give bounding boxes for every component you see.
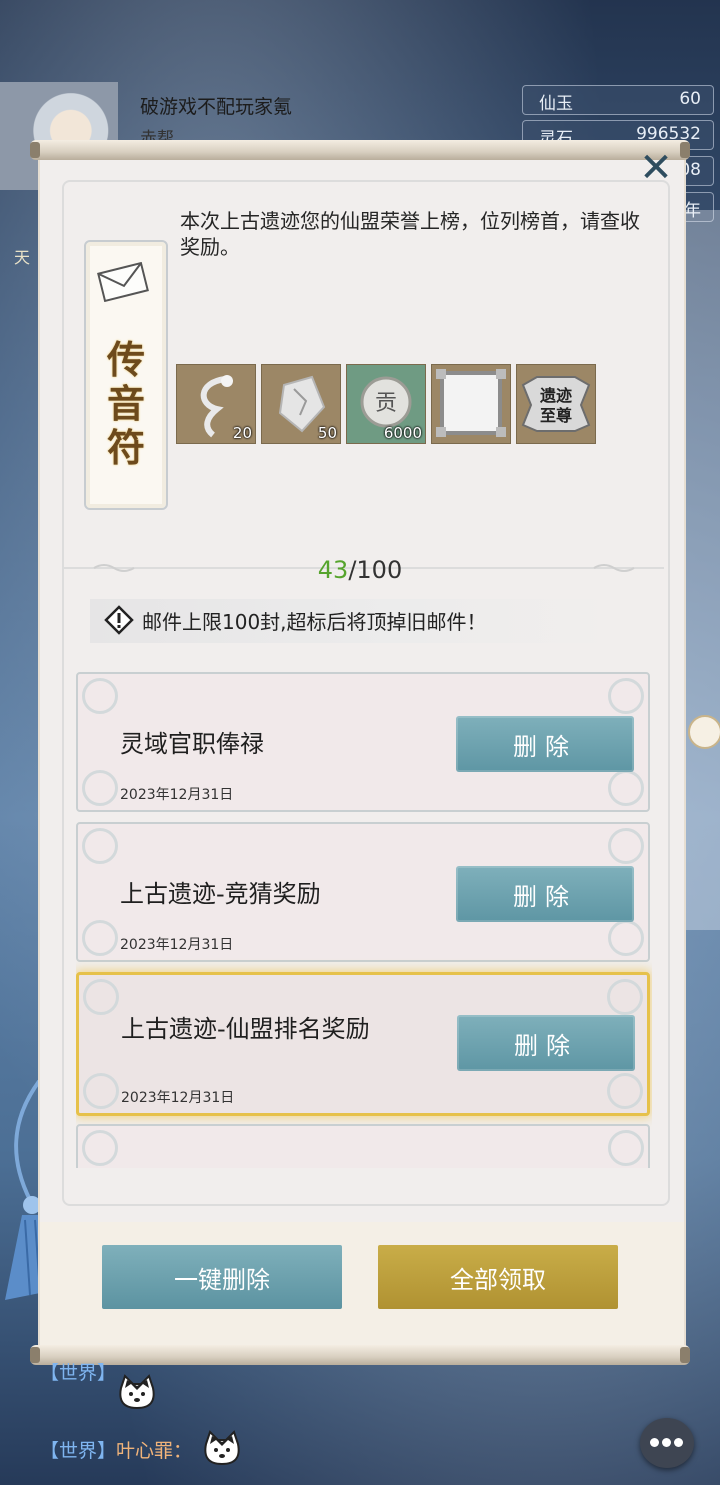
reward-item[interactable]: 遗迹 至尊 (516, 364, 596, 444)
left-side-label: 天 (14, 248, 31, 267)
mail-date: 2023年12月31日 (120, 787, 234, 803)
mail-date: 2023年12月31日 (121, 1090, 235, 1106)
chat-channel: 【世界】 (40, 1362, 117, 1384)
reward-item[interactable]: 20 (176, 364, 256, 444)
avatar-frame-icon (436, 369, 506, 437)
warning-text: 邮件上限100封,超标后将顶掉旧邮件！ (142, 610, 487, 634)
scroll-top-rod (30, 140, 690, 160)
player-name: 破游戏不配玩家氪 (140, 96, 293, 118)
mail-count-current: 43 (317, 556, 349, 584)
mail-list[interactable]: 灵域官职俸禄 2023年12月31日 删除 上古遗迹-竞猜奖励 2023年12月… (76, 672, 652, 1168)
corner-ornament (82, 920, 118, 956)
flag-icon[interactable] (688, 715, 720, 749)
reward-count: 6000 (383, 424, 422, 442)
chat-sender: 叶心罪： (116, 1440, 193, 1462)
corner-ornament (82, 678, 118, 714)
mail-count-max: 100 (356, 556, 403, 584)
cat-emoji-icon (119, 1374, 155, 1410)
chat-message[interactable]: 【世界】 (40, 1358, 116, 1385)
corner-ornament (83, 979, 119, 1015)
warning-icon (104, 605, 134, 635)
delete-mail-button[interactable]: 删除 (456, 866, 634, 922)
letter-message: 本次上古遗迹您的仙盟荣誉上榜，位列榜首，请查收奖励。 (180, 209, 640, 259)
chat-bubble-icon[interactable] (640, 1418, 694, 1468)
mail-date: 2023年12月31日 (120, 937, 234, 953)
mail-title: 上古遗迹-仙盟排名奖励 (121, 1015, 370, 1043)
mail-item[interactable]: 灵域官职俸禄 2023年12月31日 删除 (76, 672, 650, 812)
corner-ornament (608, 770, 644, 806)
mail-limit-warning: 邮件上限100封,超标后将顶掉旧邮件！ (90, 599, 610, 643)
reward-item[interactable]: 50 (261, 364, 341, 444)
corner-ornament (82, 1130, 118, 1166)
mail-title: 灵域官职俸禄 (120, 730, 264, 758)
reward-count: 20 (232, 424, 252, 442)
envelope-icon (97, 262, 149, 302)
reward-count: 50 (317, 424, 337, 442)
reward-item[interactable]: 贡 6000 (346, 364, 426, 444)
reward-item[interactable] (431, 364, 511, 444)
resource-jade[interactable]: 仙玉 60 (522, 85, 714, 115)
mail-title: 上古遗迹-竞猜奖励 (120, 880, 321, 908)
corner-ornament (607, 979, 643, 1015)
mail-item-selected[interactable]: 上古遗迹-仙盟排名奖励 2023年12月31日 删除 (76, 972, 650, 1116)
title-badge-icon: 遗迹 至尊 (521, 376, 591, 432)
corner-ornament (82, 770, 118, 806)
resource-label: 仙玉 (539, 94, 573, 114)
svg-text:至尊: 至尊 (540, 406, 572, 425)
corner-ornament (82, 828, 118, 864)
delete-mail-button[interactable]: 删除 (457, 1015, 635, 1071)
mail-item[interactable] (76, 1124, 650, 1168)
svg-text:遗迹: 遗迹 (539, 386, 572, 405)
claim-all-button[interactable]: 全部领取 (378, 1245, 618, 1309)
corner-ornament (83, 1073, 119, 1109)
coin-text: 贡 (375, 391, 397, 416)
scroll-bottom-rod (30, 1345, 690, 1365)
chat-channel: 【世界】 (40, 1440, 117, 1462)
resource-value: 60 (679, 89, 701, 109)
delete-all-button[interactable]: 一键删除 (102, 1245, 342, 1309)
delete-mail-button[interactable]: 删除 (456, 716, 634, 772)
corner-ornament (608, 1130, 644, 1166)
mail-count: 43/100 (0, 556, 720, 584)
talisman-title: 传音符 (106, 337, 145, 470)
chat-message[interactable]: 【世界】叶心罪： (40, 1436, 192, 1463)
mail-item[interactable]: 上古遗迹-竞猜奖励 2023年12月31日 删除 (76, 822, 650, 962)
corner-ornament (608, 678, 644, 714)
corner-ornament (608, 920, 644, 956)
cat-emoji-icon (204, 1430, 240, 1466)
corner-ornament (607, 1073, 643, 1109)
corner-ornament (608, 828, 644, 864)
